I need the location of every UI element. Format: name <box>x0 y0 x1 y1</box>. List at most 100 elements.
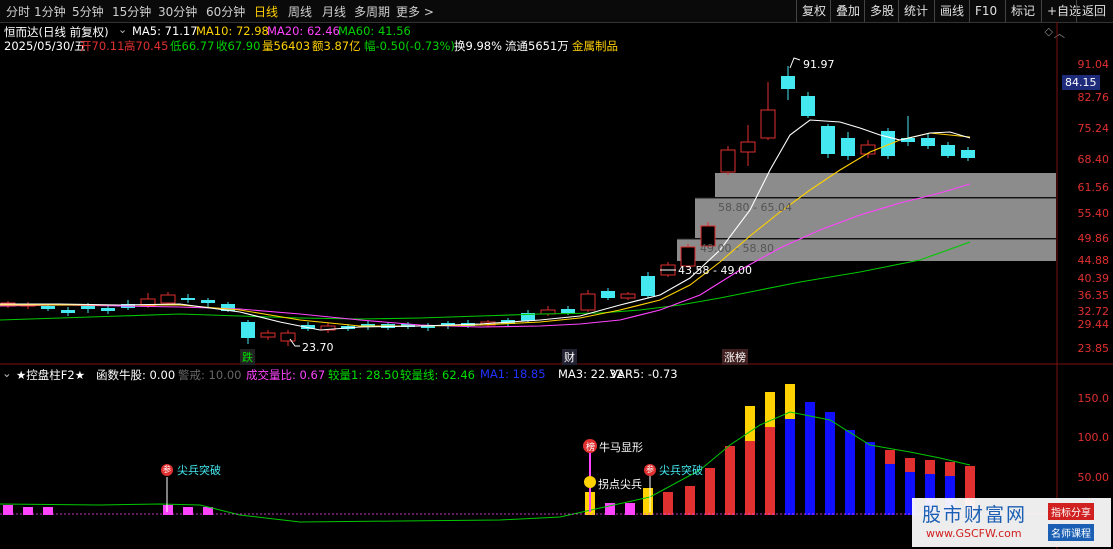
toolbar-button[interactable]: 叠加 <box>830 0 865 22</box>
price-axis-tick: 61.56 <box>1077 181 1110 194</box>
indicator-bar <box>3 505 13 515</box>
indicator-bar <box>685 486 695 515</box>
signal-label-4: 尖兵突破 <box>659 464 703 477</box>
price-axis-tick: 49.86 <box>1077 232 1110 245</box>
indicator-bar <box>663 492 673 515</box>
period-tab[interactable]: 月线 <box>322 3 346 20</box>
candle-body <box>620 293 636 299</box>
indicator-bar <box>625 503 635 515</box>
candle-body <box>441 323 455 326</box>
indicator-bar <box>805 402 815 515</box>
indicator-alert: 警戒: 10.00 <box>178 368 242 382</box>
candle-body <box>601 291 615 298</box>
toolbar-button[interactable]: 复权 <box>796 0 831 22</box>
candle-body <box>540 309 556 315</box>
event-fall[interactable]: 跌 <box>240 349 255 365</box>
price-axis-tick: 68.40 <box>1077 153 1110 166</box>
period-tab[interactable]: 分时 <box>6 3 30 20</box>
toolbar-button[interactable]: 统计 <box>898 0 933 22</box>
candle-body <box>0 302 16 307</box>
candle-body <box>320 325 336 331</box>
candle-body <box>20 303 36 307</box>
period-tab[interactable]: 60分钟 <box>206 3 245 20</box>
event-list[interactable]: 涨榜 <box>722 349 748 365</box>
candle-body <box>160 294 176 304</box>
indicator-v1: 较量1: 28.50 <box>328 368 399 382</box>
event-finance[interactable]: 财 <box>562 349 577 365</box>
indicator-bar <box>643 488 653 515</box>
toolbar-button[interactable]: 标记 <box>1005 0 1040 22</box>
indicator-bar <box>605 503 615 515</box>
ma60-value: MA60: 41.56 <box>338 24 411 38</box>
period-tab[interactable]: 15分钟 <box>112 3 151 20</box>
chevron-down-icon[interactable]: ⌄ <box>2 366 12 380</box>
bar-date: 2025/05/30/五 <box>4 39 86 53</box>
price-axis-tick: 32.72 <box>1077 305 1110 318</box>
candle-body <box>241 322 255 338</box>
candle-body <box>841 138 855 156</box>
watermark: 股市财富网 www.GSCFW.com 指标分享 名师课程 <box>912 498 1111 547</box>
ind-axis-50: 50.00 <box>1077 471 1110 484</box>
candle-body <box>381 324 395 328</box>
period-tab[interactable]: 1分钟 <box>34 3 66 20</box>
indicator-var5: VAR5: -0.73 <box>610 367 678 381</box>
period-tab[interactable]: 多周期 <box>354 3 390 20</box>
current-price-tag: 84.15 <box>1062 75 1100 90</box>
candle-body <box>201 300 215 303</box>
candle-body <box>140 298 156 307</box>
watermark-url: www.GSCFW.com <box>926 527 1022 540</box>
indicator-bar <box>585 492 595 515</box>
toolbar-button[interactable]: 返回 <box>1076 0 1111 22</box>
low-price: 低66.77 <box>170 39 215 53</box>
price-axis-tick: 23.85 <box>1077 342 1110 355</box>
indicator-bar <box>745 406 755 515</box>
volume: 量56403 <box>262 39 311 53</box>
diamond-icon[interactable]: ◇ <box>1045 25 1053 38</box>
period-tab[interactable]: 更多 > <box>396 3 434 20</box>
chevron-up-icon[interactable]: ︿ <box>1054 25 1065 41</box>
candle-body <box>401 324 415 327</box>
price-axis-tick: 44.88 <box>1077 254 1110 267</box>
indicator-bar <box>765 427 775 515</box>
indicator-bar <box>785 419 795 515</box>
period-tab[interactable]: 30分钟 <box>158 3 197 20</box>
watermark-site: 股市财富网 <box>922 504 1028 526</box>
period-tab[interactable]: 日线 <box>254 3 278 20</box>
period-tab[interactable]: 5分钟 <box>72 3 104 20</box>
ma10-value: MA10: 72.98 <box>196 24 269 38</box>
rank-badge-icon: 榜 <box>586 443 596 453</box>
period-tab[interactable]: 周线 <box>288 3 312 20</box>
toolbar-button[interactable]: F10 <box>969 0 1002 22</box>
close-price: 收67.90 <box>216 39 261 53</box>
indicator-bar <box>203 507 213 515</box>
indicator-title[interactable]: ★控盘柱F2★ <box>16 367 85 383</box>
candle-body <box>801 96 815 116</box>
toolbar-button[interactable]: 画线 <box>934 0 969 22</box>
indicator-ma1: MA1: 18.85 <box>480 367 546 381</box>
candle-body <box>121 304 135 308</box>
candle-body <box>181 298 195 300</box>
signal-label-3: 拐点尖兵 <box>598 478 642 491</box>
candle-body <box>641 276 655 296</box>
indicator-bar <box>825 412 835 515</box>
chevron-down-icon[interactable]: ⌄ <box>118 23 127 36</box>
candle-body <box>81 306 95 309</box>
high-price: 高70.45 <box>124 39 169 53</box>
watermark-tag2: 名师课程 <box>1048 524 1094 541</box>
candle-body <box>341 326 355 329</box>
candle-body <box>221 304 235 311</box>
price-axis-tick: 75.24 <box>1077 122 1110 135</box>
price-axis-tick: 36.35 <box>1077 289 1110 302</box>
candle-body <box>821 126 835 154</box>
signal-label-2: 牛马显形 <box>599 441 643 454</box>
candle-body <box>720 149 736 173</box>
indicator-bar <box>163 505 173 515</box>
support-zone <box>715 173 1056 197</box>
candle-body <box>301 325 315 329</box>
candle-body <box>941 145 955 156</box>
candle-body <box>461 323 475 326</box>
ma20-line <box>0 183 971 328</box>
candle-body <box>260 332 276 338</box>
indicator-bar <box>785 384 795 515</box>
toolbar-button[interactable]: 多股 <box>864 0 899 22</box>
